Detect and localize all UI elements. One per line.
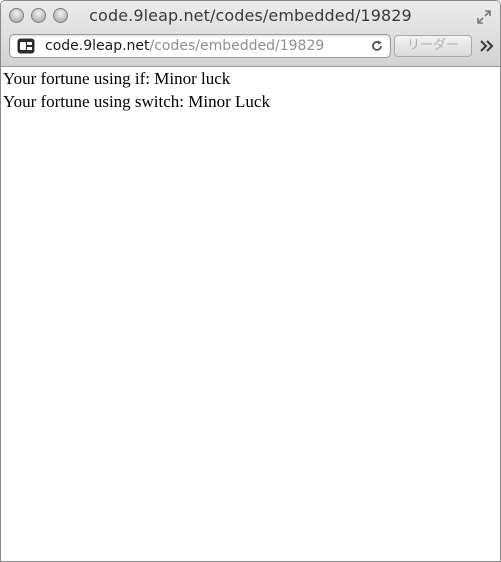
fullscreen-arrows-icon[interactable] — [477, 10, 491, 24]
fortune-switch-line: Your fortune using switch: Minor Luck — [3, 92, 270, 111]
site-favicon-icon — [17, 38, 35, 54]
page-content: Your fortune using if: Minor luck Your f… — [1, 67, 500, 561]
double-chevron-right-icon[interactable] — [478, 39, 496, 53]
title-bar: code.9leap.net/codes/embedded/19829 code… — [1, 1, 500, 67]
address-url: code.9leap.net/codes/embedded/19829 — [45, 38, 324, 54]
browser-window: code.9leap.net/codes/embedded/19829 code… — [0, 0, 501, 562]
address-bar[interactable]: code.9leap.net/codes/embedded/19829 — [9, 34, 391, 58]
url-path: /codes/embedded/19829 — [149, 38, 325, 54]
url-host: code.9leap.net — [45, 38, 150, 54]
fortune-if-line: Your fortune using if: Minor luck — [3, 69, 231, 88]
window-title: code.9leap.net/codes/embedded/19829 — [89, 6, 412, 25]
reader-button[interactable]: リーダー — [394, 35, 472, 57]
reload-icon[interactable] — [370, 39, 384, 53]
